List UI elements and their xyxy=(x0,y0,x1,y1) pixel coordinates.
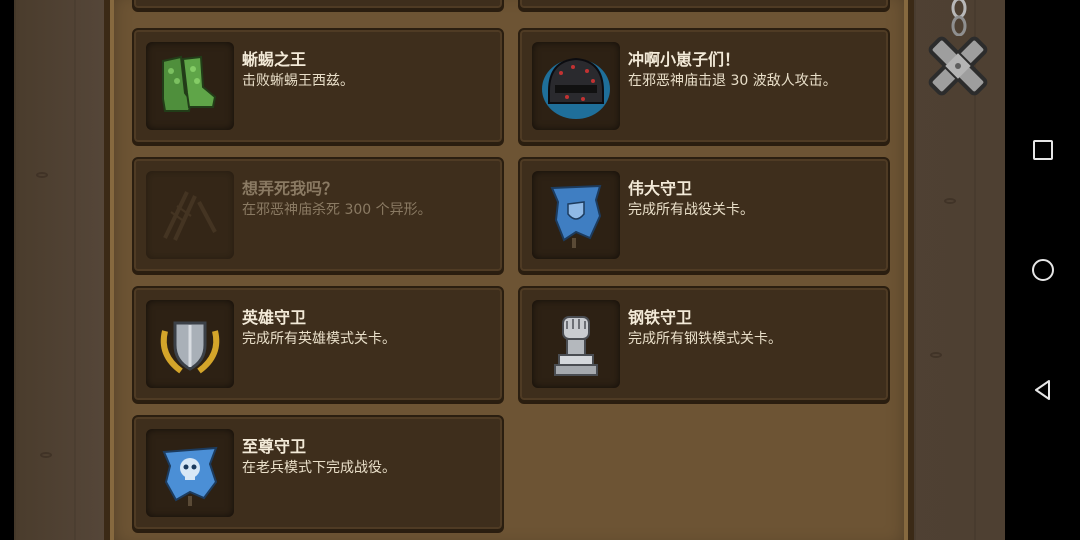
achievement-title: 蜥蜴之王 xyxy=(242,50,307,69)
achievement-card[interactable]: 蜥蜴之王 击败蜥蜴王西兹。 xyxy=(132,28,504,144)
locked-scratch-icon xyxy=(146,171,234,259)
achievement-card-partial xyxy=(518,0,890,10)
blue-banner-icon xyxy=(532,171,620,259)
iron-fist-icon xyxy=(532,300,620,388)
achievement-desc: 在邪恶神庙击退 30 波敌人攻击。 xyxy=(628,73,837,89)
system-nav-bar xyxy=(1005,0,1080,540)
close-button[interactable] xyxy=(922,26,994,102)
skull-banner-icon xyxy=(146,429,234,517)
achievement-card[interactable]: 伟大守卫 完成所有战役关卡。 xyxy=(518,157,890,273)
close-x-icon xyxy=(928,36,988,96)
achievement-desc: 在老兵模式下完成战役。 xyxy=(242,460,396,476)
achievement-card[interactable]: 英雄守卫 完成所有英雄模式关卡。 xyxy=(132,286,504,402)
achievement-title: 钢铁守卫 xyxy=(628,308,693,327)
wood-knot xyxy=(36,172,48,178)
achievement-title: 伟大守卫 xyxy=(628,179,693,198)
achievement-card-locked[interactable]: 想弄死我吗？ 在邪恶神庙杀死 300 个异形。 xyxy=(132,157,504,273)
achievement-desc: 完成所有战役关卡。 xyxy=(628,202,754,218)
achievement-title: 英雄守卫 xyxy=(242,308,307,327)
wood-knot xyxy=(40,452,52,458)
achievement-desc: 在邪恶神庙杀死 300 个异形。 xyxy=(242,202,432,218)
left-edge xyxy=(0,0,14,540)
green-boots-icon xyxy=(146,42,234,130)
achievement-card[interactable]: 至尊守卫 在老兵模式下完成战役。 xyxy=(132,415,504,531)
wood-knot xyxy=(944,198,956,204)
wood-knot xyxy=(930,352,942,358)
achievement-title: 冲啊小崽子们！ xyxy=(628,50,741,69)
back-icon[interactable] xyxy=(1031,378,1055,402)
achievement-desc: 完成所有英雄模式关卡。 xyxy=(242,331,396,347)
achievement-title: 想弄死我吗？ xyxy=(242,179,339,198)
achievement-card[interactable]: 冲啊小崽子们！ 在邪恶神庙击退 30 波敌人攻击。 xyxy=(518,28,890,144)
achievement-card[interactable]: 钢铁守卫 完成所有钢铁模式关卡。 xyxy=(518,286,890,402)
home-icon[interactable] xyxy=(1031,258,1055,282)
dark-helmet-icon xyxy=(532,42,620,130)
achievement-desc: 击败蜥蜴王西兹。 xyxy=(242,73,354,89)
laurel-shield-icon xyxy=(146,300,234,388)
recent-apps-icon[interactable] xyxy=(1031,138,1055,162)
achievement-desc: 完成所有钢铁模式关卡。 xyxy=(628,331,782,347)
achievement-card-partial xyxy=(132,0,504,10)
achievement-title: 至尊守卫 xyxy=(242,437,307,456)
achievements-panel: 蜥蜴之王 击败蜥蜴王西兹。 冲啊小崽子们！ 在邪恶神庙击退 30 波敌人攻击。 … xyxy=(104,0,914,540)
